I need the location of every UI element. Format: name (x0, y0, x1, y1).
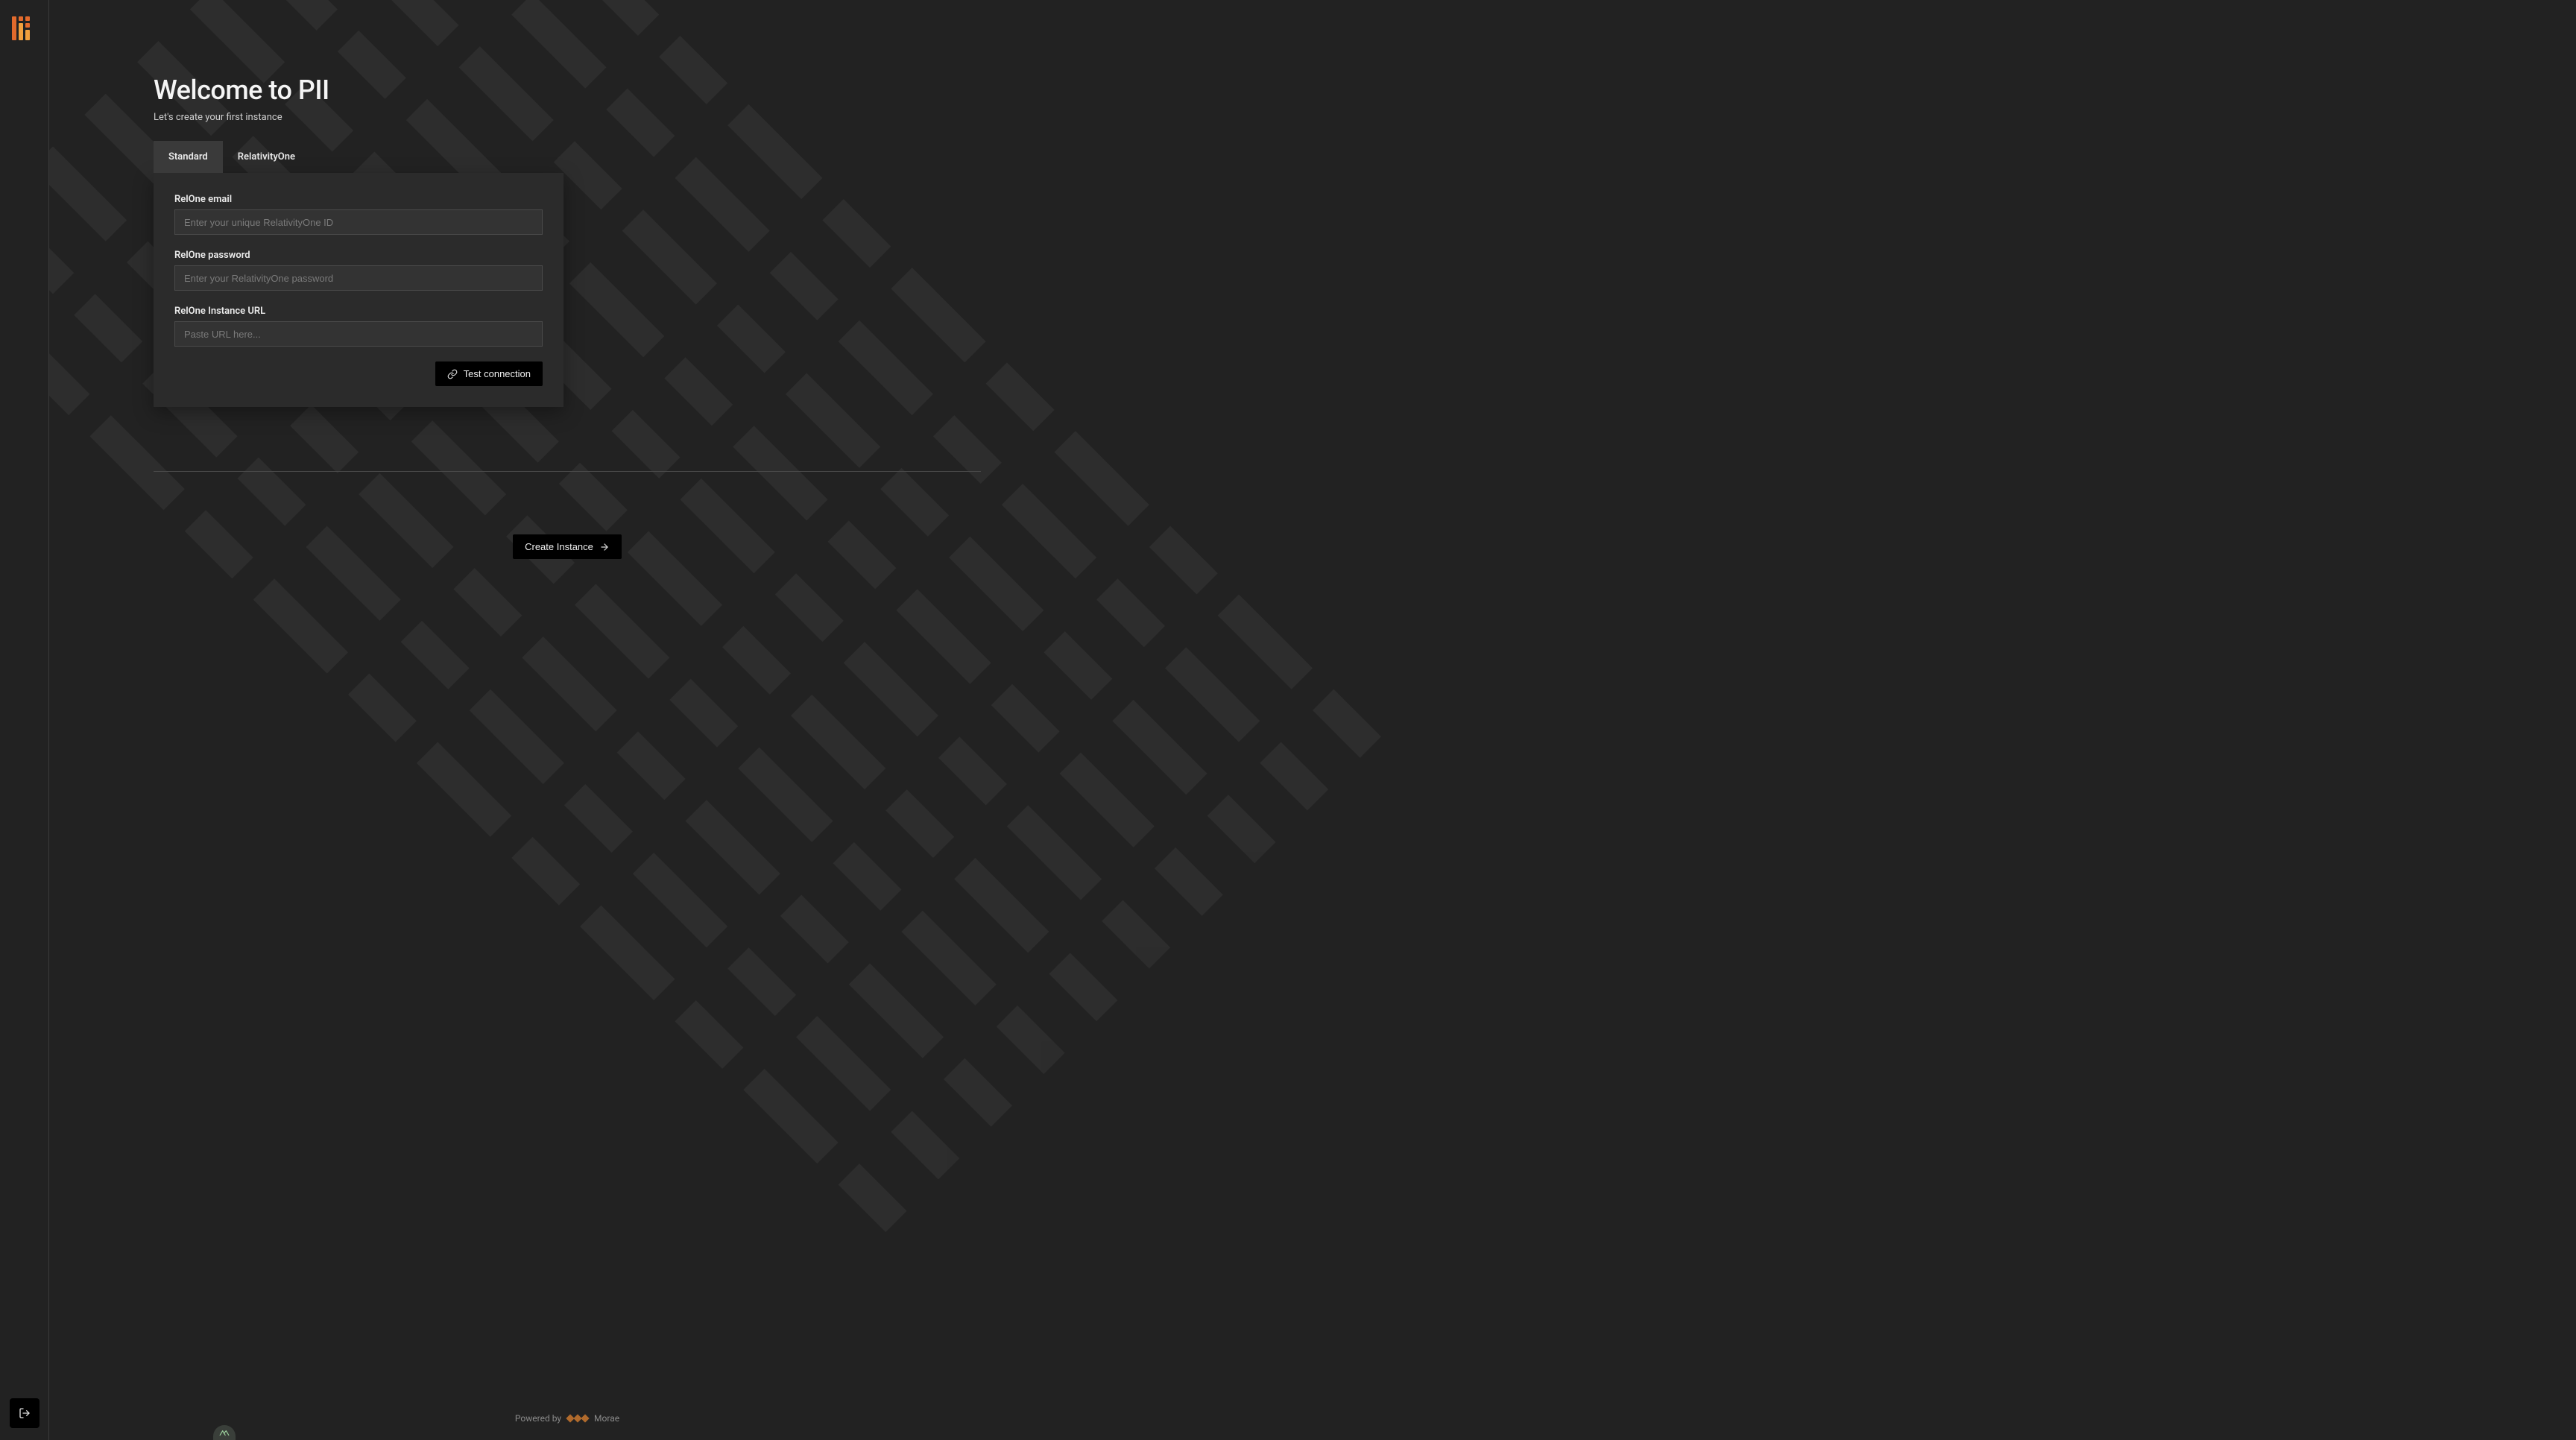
arrow-right-icon (599, 542, 610, 552)
create-instance-label: Create Instance (525, 541, 593, 552)
sidebar (0, 0, 49, 1440)
page-title: Welcome to PII (154, 75, 2576, 106)
instance-form-card: RelOne email RelOne password RelOne Inst… (154, 173, 564, 407)
url-label: RelOne Instance URL (174, 306, 543, 317)
morae-logo-icon (567, 1415, 588, 1421)
test-connection-button[interactable]: Test connection (435, 361, 543, 386)
divider (154, 471, 981, 472)
link-icon (447, 369, 458, 379)
app-logo (12, 15, 37, 40)
email-input[interactable] (174, 209, 543, 235)
tabs: Standard RelativityOne (154, 141, 564, 173)
password-input[interactable] (174, 265, 543, 291)
footer-brand: Morae (594, 1413, 619, 1424)
url-input[interactable] (174, 321, 543, 347)
footer: Powered by Morae (154, 1413, 981, 1424)
tab-standard[interactable]: Standard (154, 141, 223, 173)
main-content: Welcome to PII Let's create your first i… (49, 0, 2576, 1440)
logout-icon (19, 1407, 31, 1419)
test-connection-label: Test connection (464, 368, 531, 379)
password-label: RelOne password (174, 250, 543, 261)
tab-relativityone[interactable]: RelativityOne (223, 141, 310, 173)
powered-by-label: Powered by (515, 1413, 561, 1424)
mountain-icon (219, 1429, 230, 1436)
page-subtitle: Let's create your first instance (154, 112, 2576, 123)
logout-button[interactable] (10, 1398, 40, 1428)
create-instance-button[interactable]: Create Instance (513, 534, 622, 559)
email-label: RelOne email (174, 194, 543, 205)
